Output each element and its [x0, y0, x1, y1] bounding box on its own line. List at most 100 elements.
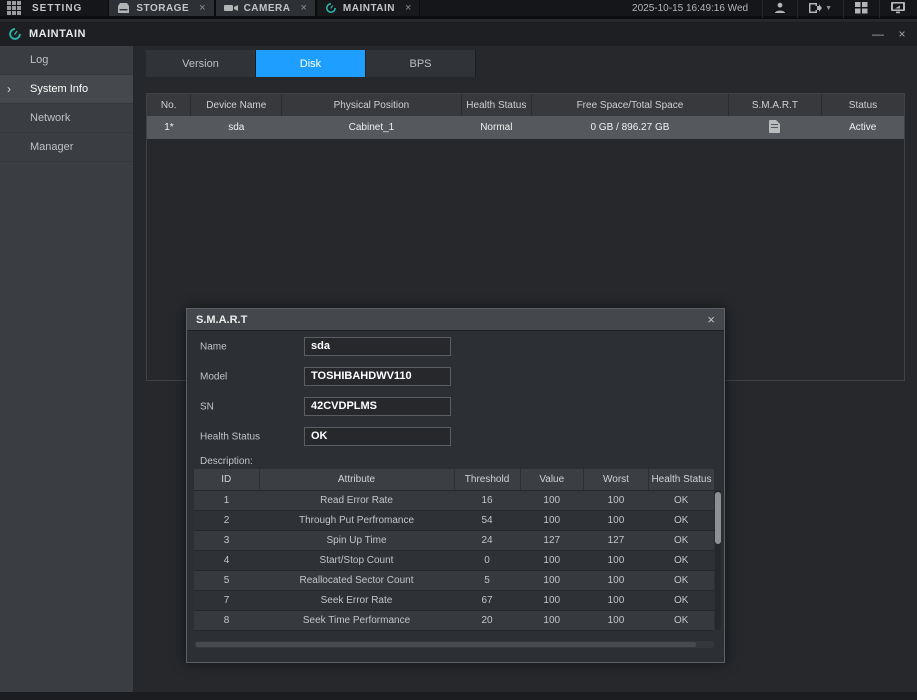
sidebar-item-manager[interactable]: Manager [0, 133, 133, 162]
cell-no: 1* [147, 116, 191, 139]
cell-id: 1 [194, 490, 259, 510]
subtabs: Version Disk BPS [146, 50, 476, 77]
sidebar-item-network[interactable]: Network [0, 104, 133, 133]
cell-worst: 100 [583, 490, 648, 510]
cell-threshold: 20 [454, 610, 520, 630]
top-taskbar: SETTING STORAGE × CAMERA × MAINTAIN × 20… [0, 0, 917, 19]
user-account-button[interactable] [762, 0, 797, 18]
horizontal-scrollbar-thumb[interactable] [196, 642, 696, 647]
tab-camera-label: CAMERA [244, 3, 291, 14]
cell-value: 100 [520, 490, 583, 510]
storage-icon [117, 3, 130, 14]
col-status: Status [821, 94, 904, 116]
smart-attributes-table-wrap: ID Attribute Threshold Value Worst Healt… [194, 469, 714, 631]
model-field-row: Model TOSHIBAHDWV110 [187, 367, 724, 386]
col-health-status: Health Status [648, 469, 714, 490]
name-field-row: Name sda [187, 337, 724, 356]
table-row[interactable]: 7 Seek Error Rate 67 100 100 OK [194, 590, 714, 610]
tab-storage-label: STORAGE [136, 3, 189, 14]
cell-health-status: OK [648, 530, 714, 550]
tab-maintain-close-icon[interactable]: × [405, 2, 411, 14]
tab-maintain[interactable]: MAINTAIN × [316, 0, 421, 16]
cell-worst: 100 [583, 550, 648, 570]
cell-attribute: Start/Stop Count [259, 550, 454, 570]
sidebar-item-label: Manager [30, 141, 73, 153]
sidebar-item-label: System Info [30, 83, 88, 95]
name-input[interactable]: sda [304, 337, 451, 356]
cell-id: 7 [194, 590, 259, 610]
cell-worst: 127 [583, 530, 648, 550]
cell-attribute: Reallocated Sector Count [259, 570, 454, 590]
app-launcher-button[interactable] [0, 0, 28, 16]
close-button[interactable]: × [895, 27, 909, 41]
cell-attribute: Seek Time Performance [259, 610, 454, 630]
table-row[interactable]: 4 Start/Stop Count 0 100 100 OK [194, 550, 714, 570]
tab-storage-close-icon[interactable]: × [199, 2, 205, 14]
name-label: Name [200, 341, 227, 352]
display-output-button[interactable] [879, 0, 917, 18]
tab-version[interactable]: Version [146, 50, 256, 77]
chevron-down-icon: ▼ [825, 5, 832, 12]
cell-attribute: Read Error Rate [259, 490, 454, 510]
smart-table-body: 1 Read Error Rate 16 100 100 OK 2 Throug… [194, 490, 714, 630]
sidebar-item-label: Network [30, 112, 70, 124]
maintain-window-titlebar: MAINTAIN — × [0, 22, 917, 46]
screen-bottom-edge [0, 692, 917, 700]
table-row[interactable]: 5 Reallocated Sector Count 5 100 100 OK [194, 570, 714, 590]
tab-setting-label: SETTING [32, 3, 82, 14]
apps-grid-icon [7, 1, 21, 15]
table-row[interactable]: 8 Seek Time Performance 20 100 100 OK [194, 610, 714, 630]
tab-bps-label: BPS [409, 58, 431, 70]
sidebar-item-system-info[interactable]: › System Info [0, 75, 133, 104]
cell-health-status: OK [648, 510, 714, 530]
col-device-name: Device Name [191, 94, 282, 116]
screen-layout-button[interactable] [843, 0, 879, 18]
cell-smart[interactable] [728, 116, 821, 139]
tab-camera-close-icon[interactable]: × [300, 2, 306, 14]
horizontal-scrollbar[interactable] [194, 641, 714, 648]
smart-table-header: ID Attribute Threshold Value Worst Healt… [194, 469, 714, 490]
document-icon[interactable] [769, 120, 780, 133]
cell-value: 100 [520, 610, 583, 630]
col-physical-position: Physical Position [282, 94, 461, 116]
dialog-close-icon[interactable]: × [707, 312, 715, 327]
table-row[interactable]: 2 Through Put Perfromance 54 100 100 OK [194, 510, 714, 530]
smart-attributes-table: ID Attribute Threshold Value Worst Healt… [194, 469, 714, 631]
sidebar-item-log[interactable]: Log [0, 46, 133, 75]
health-status-field-row: Health Status OK [187, 427, 724, 446]
disk-table-row[interactable]: 1* sda Cabinet_1 Normal 0 GB / 896.27 GB… [147, 116, 904, 139]
cell-value: 100 [520, 510, 583, 530]
cell-worst: 100 [583, 610, 648, 630]
sidebar-item-label: Log [30, 54, 48, 66]
chevron-right-icon: › [7, 82, 11, 96]
cell-physical-position: Cabinet_1 [282, 116, 461, 139]
col-attribute: Attribute [259, 469, 454, 490]
minimize-button[interactable]: — [871, 27, 885, 41]
cell-health-status: OK [648, 570, 714, 590]
cell-value: 100 [520, 550, 583, 570]
col-smart: S.M.A.R.T [728, 94, 821, 116]
sn-input[interactable]: 42CVDPLMS [304, 397, 451, 416]
tab-disk[interactable]: Disk [256, 50, 366, 77]
health-status-input[interactable]: OK [304, 427, 451, 446]
vertical-scrollbar[interactable] [715, 490, 721, 630]
cell-threshold: 24 [454, 530, 520, 550]
logout-button[interactable]: ▼ [797, 0, 843, 18]
vertical-scrollbar-thumb[interactable] [715, 492, 721, 544]
cell-threshold: 5 [454, 570, 520, 590]
tab-storage[interactable]: STORAGE × [108, 0, 214, 16]
model-input[interactable]: TOSHIBAHDWV110 [304, 367, 451, 386]
table-row[interactable]: 1 Read Error Rate 16 100 100 OK [194, 490, 714, 510]
cell-threshold: 16 [454, 490, 520, 510]
model-label: Model [200, 371, 227, 382]
tab-bps[interactable]: BPS [366, 50, 476, 77]
cell-health-status: OK [648, 550, 714, 570]
cell-id: 4 [194, 550, 259, 570]
smart-dialog-titlebar: S.M.A.R.T × [187, 309, 724, 331]
tab-setting[interactable]: SETTING [28, 0, 108, 16]
user-icon [774, 2, 786, 14]
tab-camera[interactable]: CAMERA × [215, 0, 316, 16]
col-health-status: Health Status [461, 94, 531, 116]
table-row[interactable]: 3 Spin Up Time 24 127 127 OK [194, 530, 714, 550]
col-id: ID [194, 469, 259, 490]
